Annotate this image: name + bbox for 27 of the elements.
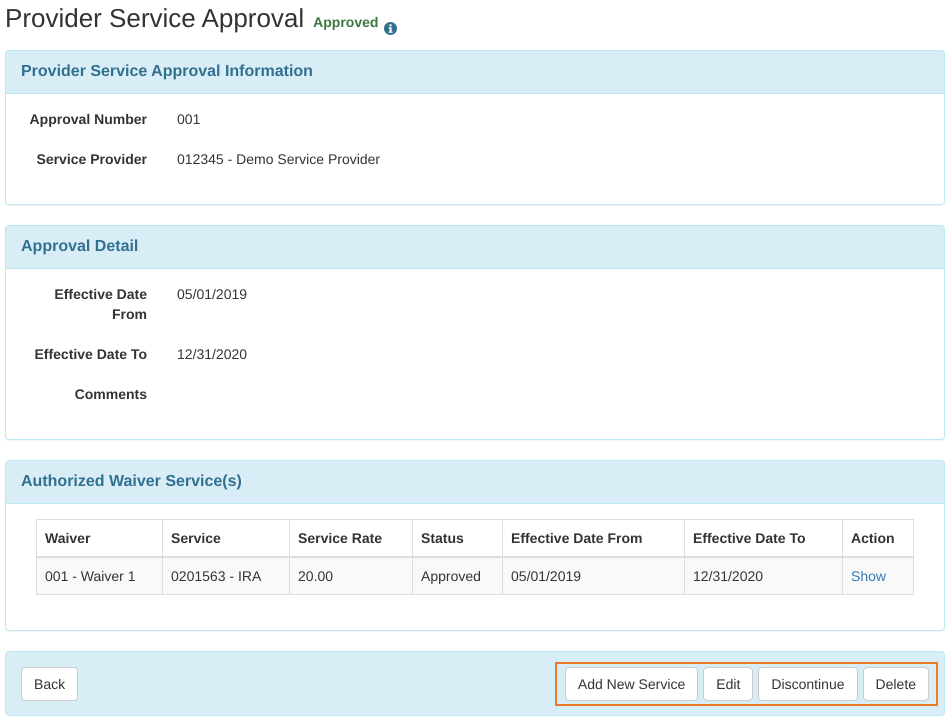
- table-cell: 20.00: [290, 557, 412, 594]
- field-value: 001: [177, 110, 200, 129]
- field-label: Service Provider: [36, 150, 147, 169]
- panel-title: Authorized Waiver Service(s): [21, 473, 242, 490]
- panel-title: Approval Detail: [21, 238, 138, 255]
- table-cell: 12/31/2020: [684, 557, 842, 594]
- info-icon[interactable]: [384, 22, 398, 35]
- field-label: Approval Number: [30, 110, 147, 129]
- field-label: Comments: [74, 385, 147, 404]
- show-link[interactable]: Show: [851, 568, 886, 584]
- status-label: Approved: [313, 13, 378, 32]
- panel-title: Provider Service Approval Information: [21, 63, 313, 80]
- back-button[interactable]: Back: [21, 667, 78, 701]
- table-cell: 05/01/2019: [502, 557, 684, 594]
- action-button[interactable]: Add New Service: [564, 667, 698, 701]
- field-label: Effective Date To: [34, 345, 147, 364]
- action-button[interactable]: Delete: [862, 667, 929, 701]
- table-cell: 0201563 - IRA: [162, 557, 290, 594]
- field-value: 012345 - Demo Service Provider: [177, 150, 380, 169]
- action-button[interactable]: Discontinue: [758, 667, 858, 701]
- table-cell: Approved: [412, 557, 502, 594]
- page-title: Provider Service Approval: [5, 3, 304, 33]
- field-value: 12/31/2020: [177, 345, 248, 364]
- field-value: 05/01/2019: [177, 285, 248, 304]
- table-cell: 001 - Waiver 1: [36, 557, 162, 594]
- action-button[interactable]: Edit: [703, 667, 754, 701]
- field-label: Effective Date From: [53, 285, 147, 324]
